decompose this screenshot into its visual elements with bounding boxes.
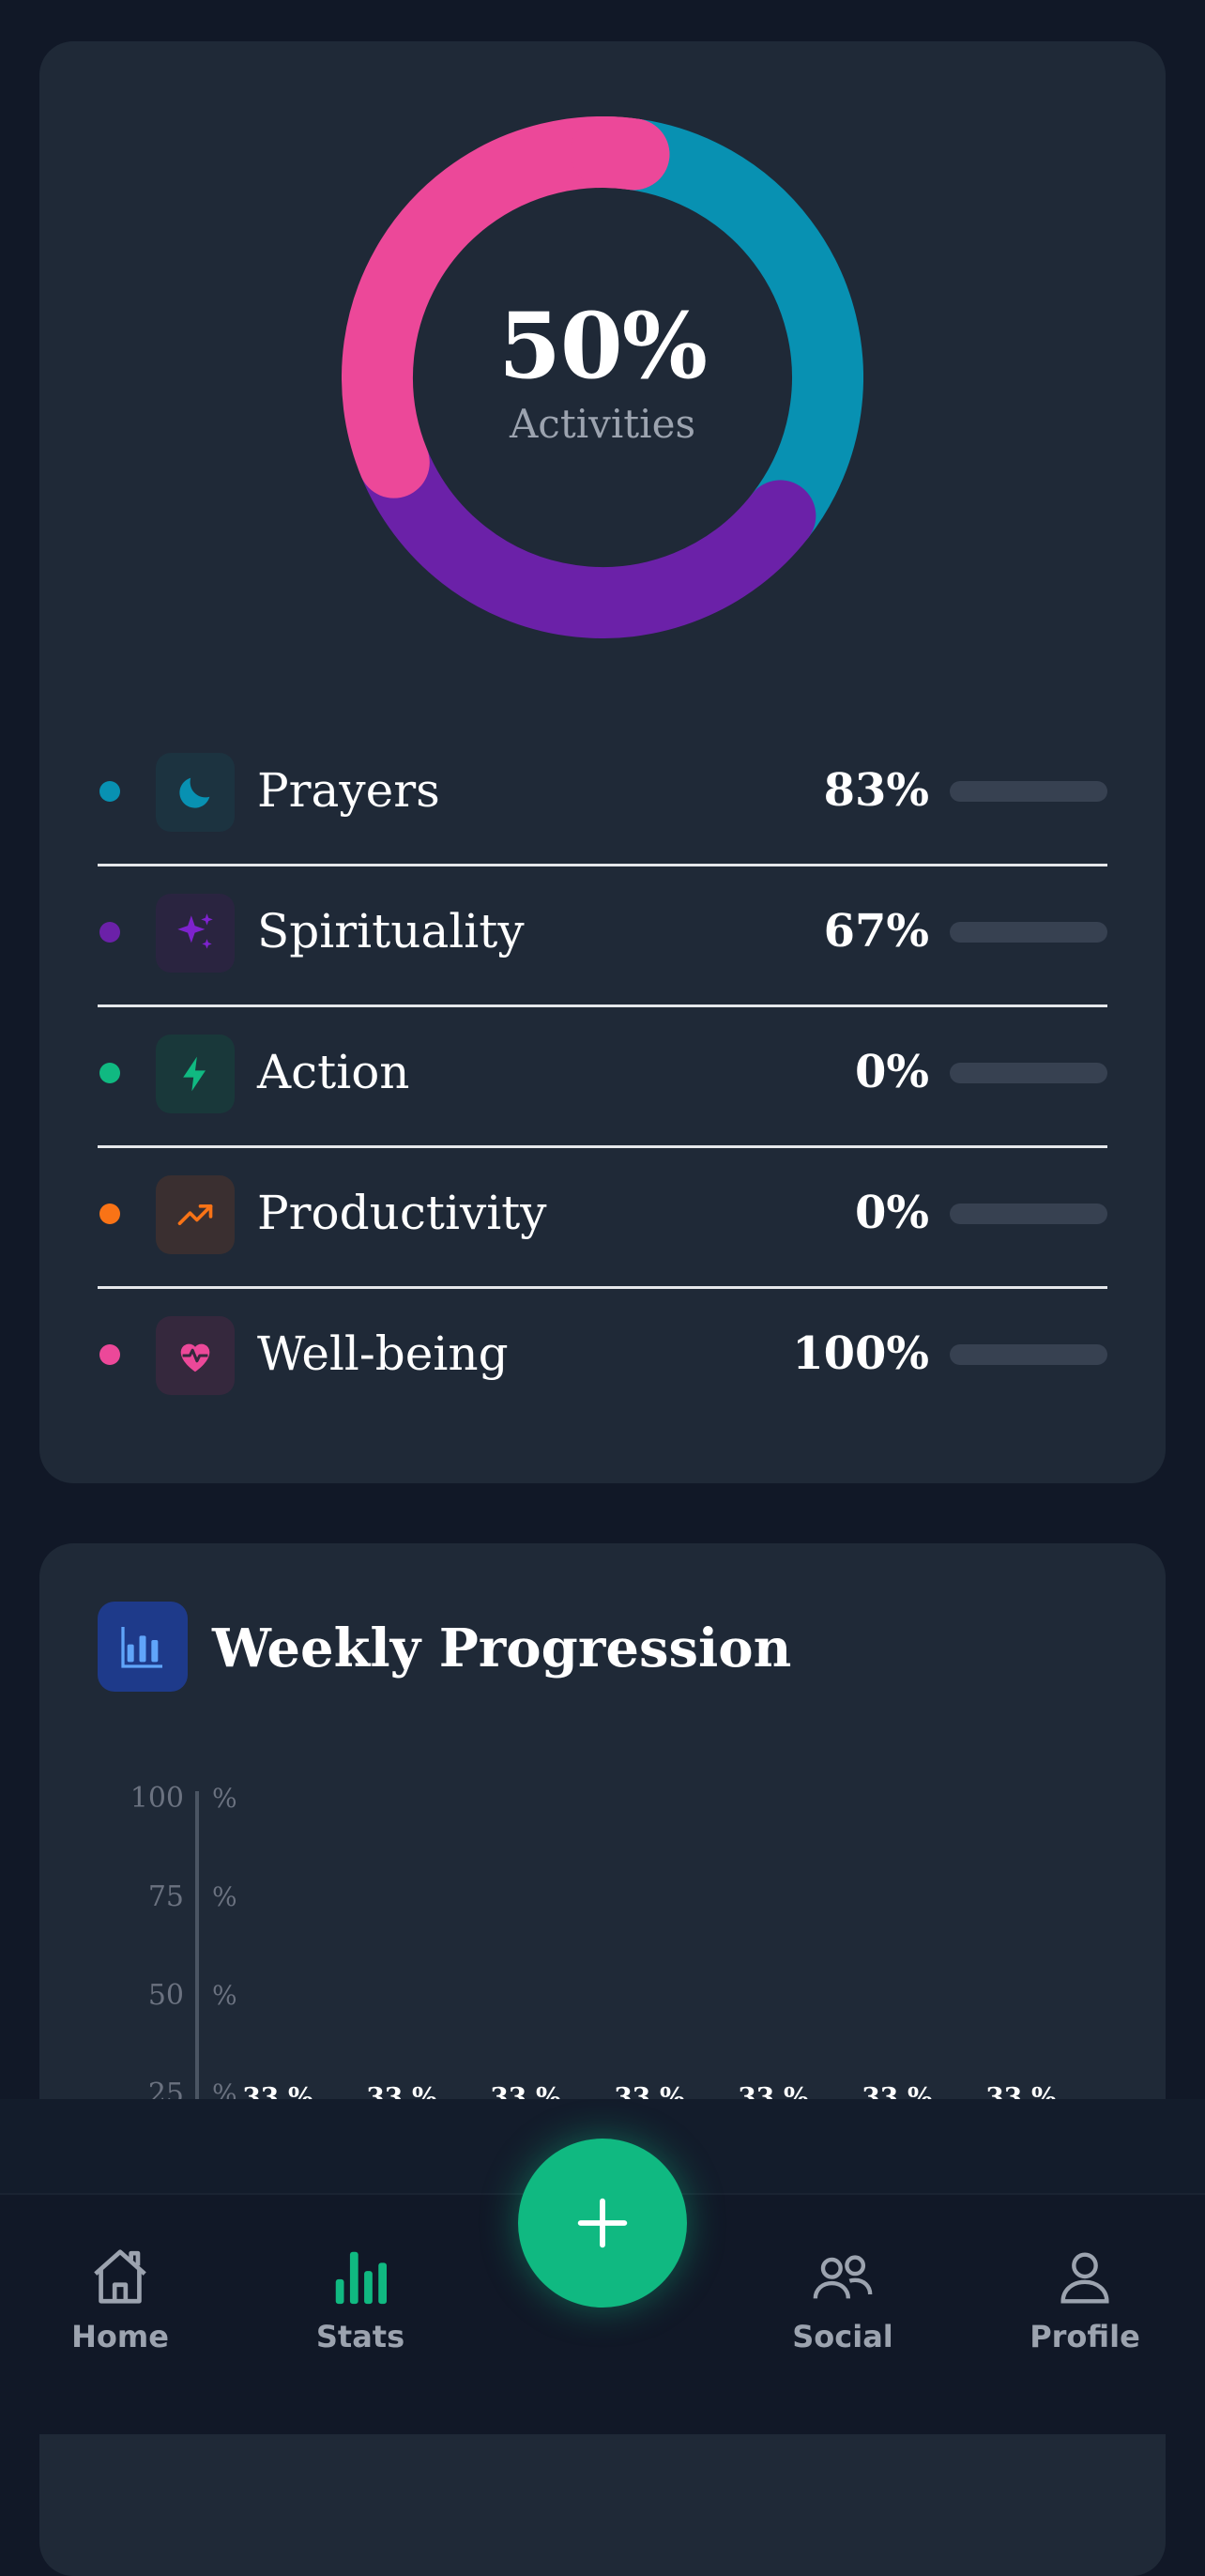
lightning-icon <box>156 1035 235 1113</box>
home-icon <box>94 2249 146 2304</box>
nav-social[interactable]: Social <box>749 2244 937 2354</box>
activity-label: Prayers <box>257 763 440 818</box>
productivity-dot <box>99 1204 120 1224</box>
donut-label: Activities <box>509 400 696 447</box>
activity-progress-bar <box>950 1344 1107 1365</box>
activity-row-spirituality[interactable]: Spirituality 67% <box>98 864 1107 1007</box>
activity-row-wellbeing[interactable]: Well-being 100% <box>98 1286 1107 1427</box>
activity-row-productivity[interactable]: Productivity 0% <box>98 1145 1107 1289</box>
y-tick-label: 50 <box>148 1979 184 2012</box>
activities-card: 50% Activities Prayers 83% Spirituality … <box>39 41 1166 1483</box>
y-tick-unit: % <box>212 1783 237 1814</box>
nav-label: Stats <box>315 2319 405 2354</box>
y-tick-unit: % <box>212 1980 237 2011</box>
activity-progress-bar <box>950 922 1107 943</box>
activity-label: Action <box>257 1045 410 1099</box>
activity-percent: 0% <box>854 1046 929 1098</box>
add-button[interactable] <box>518 2139 687 2308</box>
donut-value: 50% <box>498 292 708 399</box>
activity-row-prayers[interactable]: Prayers 83% <box>98 723 1107 866</box>
stats-icon <box>335 2251 387 2305</box>
activity-percent: 67% <box>823 905 929 958</box>
y-tick-label: 100 <box>130 1782 184 1815</box>
moon-icon <box>156 753 235 832</box>
activity-percent: 83% <box>823 764 929 817</box>
nav-label: Social <box>792 2319 893 2354</box>
heart-pulse-icon <box>156 1316 235 1395</box>
donut-center: 50% Activities <box>342 116 863 638</box>
user-icon <box>1060 2252 1109 2304</box>
plus-icon <box>577 2198 628 2248</box>
nav-profile[interactable]: Profile <box>991 2244 1179 2354</box>
bar-chart-icon <box>98 1602 188 1692</box>
spirituality-dot <box>99 922 120 943</box>
nav-label: Home <box>71 2319 169 2354</box>
prayers-dot <box>99 781 120 802</box>
nav-stats[interactable]: Stats <box>267 2244 454 2354</box>
weekly-title: Weekly Progression <box>212 1618 792 1679</box>
activity-label: Productivity <box>257 1186 547 1240</box>
y-tick-label: 75 <box>148 1880 184 1913</box>
activity-progress-bar <box>950 1204 1107 1224</box>
trending-up-icon <box>156 1175 235 1254</box>
activity-progress-bar <box>950 781 1107 802</box>
activity-label: Well-being <box>257 1326 509 1381</box>
activity-progress-bar <box>950 1063 1107 1083</box>
nav-label: Profile <box>1030 2319 1140 2354</box>
wellbeing-dot <box>99 1344 120 1365</box>
activity-row-action[interactable]: Action 0% <box>98 1004 1107 1148</box>
users-icon <box>813 2255 873 2299</box>
activity-list: Prayers 83% Spirituality 67% Action 0% P… <box>98 723 1107 1427</box>
nav-home[interactable]: Home <box>26 2244 214 2354</box>
sparkles-icon <box>156 894 235 973</box>
activity-percent: 0% <box>854 1187 929 1239</box>
y-tick-unit: % <box>212 1881 237 1912</box>
activity-percent: 100% <box>792 1327 929 1380</box>
action-dot <box>99 1063 120 1083</box>
activity-label: Spirituality <box>257 904 525 958</box>
